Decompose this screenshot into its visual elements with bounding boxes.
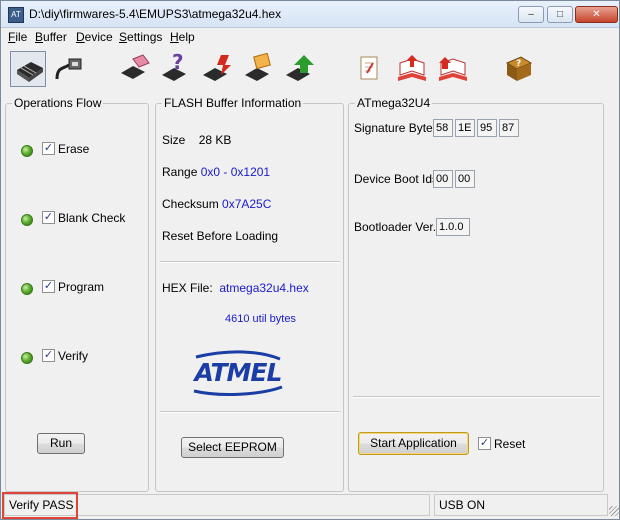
run-button[interactable]: Run bbox=[37, 433, 85, 454]
device-info-group: ATmega32U4 Signature Bytes 58 1E 95 87 D… bbox=[348, 96, 604, 492]
menu-device[interactable]: Device bbox=[76, 30, 113, 44]
menu-file-label: File bbox=[8, 30, 28, 44]
menu-help[interactable]: Help bbox=[170, 30, 195, 44]
signature-byte-4: 87 bbox=[499, 119, 519, 137]
read-device-icon bbox=[245, 53, 271, 81]
operations-flow-group: Operations Flow ✓ Erase ✓ Blank Check ✓ … bbox=[5, 96, 149, 492]
save-hex-button[interactable] bbox=[394, 51, 430, 87]
boot-id-2: 00 bbox=[455, 170, 475, 188]
verify-label: Verify bbox=[58, 349, 89, 363]
flash-divider-top bbox=[160, 261, 340, 263]
flash-buffer-group: FLASH Buffer Information Size 28 KB Rang… bbox=[155, 96, 344, 492]
select-device-icon bbox=[17, 62, 43, 82]
resize-grip[interactable] bbox=[609, 506, 619, 516]
menu-buffer-label: Buffer bbox=[35, 30, 67, 44]
connection-status: USB ON bbox=[439, 498, 486, 512]
erase-device-icon bbox=[121, 54, 150, 79]
reset-before-loading-label: Reset Before Loading bbox=[162, 229, 279, 243]
atmel-logo-text: ATMEL bbox=[194, 358, 283, 387]
window-title: D:\diy\firmwares-5.4\EMUPS3\atmega32u4.h… bbox=[29, 7, 282, 21]
util-bytes-value: 4610 util bytes bbox=[225, 313, 296, 325]
checksum-label: Checksum bbox=[162, 197, 219, 211]
load-hex-button[interactable] bbox=[351, 51, 387, 87]
hex-file-label: HEX File: bbox=[162, 281, 213, 295]
blank-check-button[interactable]: ? bbox=[158, 51, 194, 87]
program-label: Program bbox=[58, 280, 105, 294]
select-device-button[interactable] bbox=[10, 51, 46, 87]
menu-file[interactable]: File bbox=[8, 30, 27, 44]
menu-bar: File Buffer Device Settings Help bbox=[1, 28, 619, 47]
menu-help-label: Help bbox=[170, 30, 195, 44]
edit-buffer-icon bbox=[439, 57, 467, 81]
checksum-row: Checksum 0x7A25C bbox=[162, 197, 271, 211]
save-hex-icon bbox=[398, 55, 426, 81]
flash-buffer-legend: FLASH Buffer Information bbox=[162, 96, 304, 110]
boot-id-1: 00 bbox=[433, 170, 453, 188]
minimize-button[interactable]: – bbox=[518, 6, 544, 23]
range-label: Range bbox=[162, 165, 198, 179]
signature-byte-1: 58 bbox=[433, 119, 453, 137]
blank-check-checkbox[interactable]: ✓ bbox=[42, 211, 55, 224]
connection-status-panel: USB ON bbox=[434, 494, 608, 516]
device-divider bbox=[353, 396, 600, 398]
hex-file-row: HEX File: atmega32u4.hex bbox=[162, 281, 309, 295]
verify-device-icon bbox=[286, 55, 314, 81]
erase-status-led bbox=[21, 145, 33, 157]
operations-flow-legend: Operations Flow bbox=[12, 96, 104, 110]
size-label: Size bbox=[162, 133, 186, 147]
range-row: Range 0x0 - 0x1201 bbox=[162, 165, 270, 179]
close-button[interactable]: ✕ bbox=[575, 6, 618, 23]
program-checkbox[interactable]: ✓ bbox=[42, 280, 55, 293]
menu-settings-label: Settings bbox=[119, 30, 163, 44]
atmel-logo: ATMEL bbox=[190, 349, 286, 397]
flash-divider-bottom bbox=[160, 411, 340, 413]
read-device-button[interactable] bbox=[241, 51, 277, 87]
reset-checkbox[interactable]: ✓ bbox=[478, 437, 491, 450]
menu-device-label: Device bbox=[76, 30, 113, 44]
verify-device-button[interactable] bbox=[282, 51, 318, 87]
program-status-led bbox=[21, 283, 33, 295]
usb-connection-icon bbox=[55, 58, 82, 80]
toolbar: ? ? bbox=[1, 47, 619, 93]
maximize-button[interactable]: □ bbox=[547, 6, 573, 23]
help-book-icon: ? bbox=[505, 56, 533, 81]
start-application-button[interactable]: Start Application bbox=[358, 432, 469, 455]
erase-label: Erase bbox=[58, 142, 90, 156]
boot-ids-label: Device Boot Ids bbox=[354, 172, 439, 186]
program-device-button[interactable] bbox=[199, 51, 235, 87]
signature-byte-2: 1E bbox=[455, 119, 475, 137]
reset-label: Reset bbox=[494, 437, 526, 451]
verify-status-led bbox=[21, 352, 33, 364]
range-value: 0x0 - 0x1201 bbox=[200, 165, 271, 179]
blank-check-status-led bbox=[21, 214, 33, 226]
program-device-icon bbox=[203, 55, 231, 81]
checksum-value: 0x7A25C bbox=[222, 197, 272, 211]
verify-checkbox[interactable]: ✓ bbox=[42, 349, 55, 362]
status-highlight-box bbox=[2, 492, 78, 519]
size-value: 28 KB bbox=[198, 133, 232, 147]
blank-check-label: Blank Check bbox=[58, 211, 126, 225]
svg-text:?: ? bbox=[516, 59, 521, 69]
title-bar[interactable]: AT D:\diy\firmwares-5.4\EMUPS3\atmega32u… bbox=[1, 1, 619, 28]
application-window: AT D:\diy\firmwares-5.4\EMUPS3\atmega32u… bbox=[0, 0, 620, 520]
erase-device-button[interactable] bbox=[117, 51, 153, 87]
bootloader-version-value: 1.0.0 bbox=[436, 218, 470, 236]
device-info-legend: ATmega32U4 bbox=[355, 96, 433, 110]
svg-text:?: ? bbox=[172, 53, 184, 74]
select-eeprom-button[interactable]: Select EEPROM bbox=[181, 437, 284, 458]
menu-buffer[interactable]: Buffer bbox=[35, 30, 67, 44]
signature-bytes-label: Signature Bytes bbox=[354, 121, 439, 135]
edit-buffer-button[interactable] bbox=[435, 51, 471, 87]
menu-settings[interactable]: Settings bbox=[119, 30, 162, 44]
load-hex-icon bbox=[360, 56, 378, 80]
help-book-button[interactable]: ? bbox=[501, 51, 537, 87]
size-row: Size 28 KB bbox=[162, 133, 231, 147]
bootloader-version-label: Bootloader Ver. bbox=[354, 220, 437, 234]
app-icon: AT bbox=[8, 7, 24, 23]
blank-check-icon: ? bbox=[162, 53, 186, 81]
signature-byte-3: 95 bbox=[477, 119, 497, 137]
erase-checkbox[interactable]: ✓ bbox=[42, 142, 55, 155]
hex-file-value: atmega32u4.hex bbox=[219, 281, 309, 295]
usb-connection-button[interactable] bbox=[51, 51, 87, 87]
